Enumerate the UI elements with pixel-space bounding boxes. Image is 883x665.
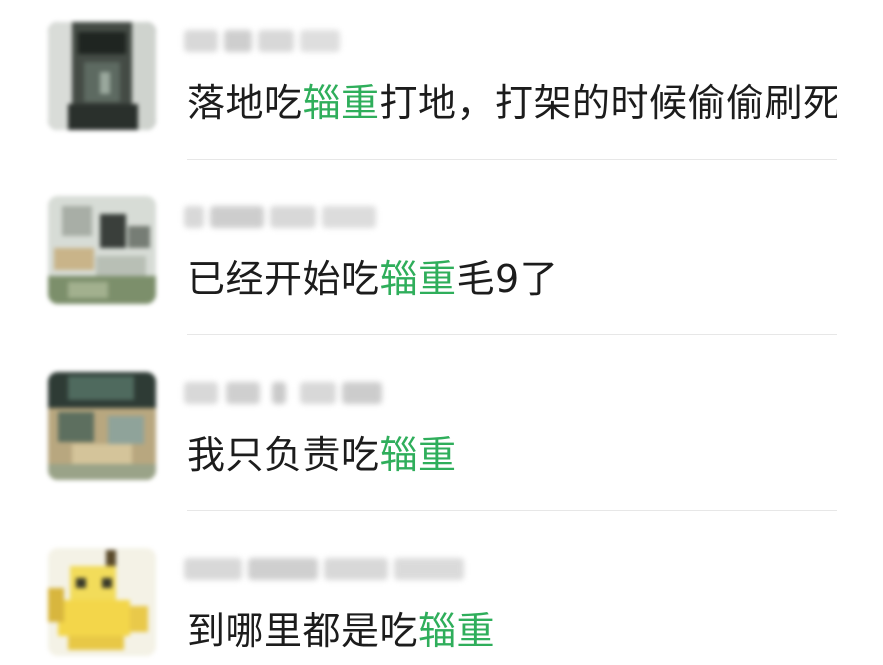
comment-text: 到哪里都是吃辎重 — [187, 608, 495, 654]
user-avatar[interactable] — [48, 196, 156, 304]
comment-text-suffix: 打地，打架的时候偷偷刷死 — [379, 81, 837, 125]
divider — [187, 334, 837, 335]
keyword-highlight: 辎重 — [302, 81, 380, 125]
comment-text: 已经开始吃辎重毛9了 — [187, 256, 558, 302]
comment-text: 我只负责吃辎重 — [187, 432, 457, 478]
divider — [187, 510, 837, 511]
username-blurred[interactable] — [184, 552, 468, 586]
user-avatar[interactable] — [48, 22, 156, 130]
divider — [187, 159, 837, 160]
user-avatar[interactable] — [48, 548, 156, 656]
comment-text: 落地吃辎重打地，打架的时候偷偷刷死 — [187, 80, 837, 126]
user-avatar[interactable] — [48, 372, 156, 480]
username-blurred[interactable] — [184, 376, 386, 410]
comment-text-suffix: 毛9了 — [456, 257, 559, 301]
comment-text-prefix: 到哪里都是吃 — [187, 609, 419, 653]
comment-text-prefix: 落地吃 — [187, 81, 303, 125]
comment-text-prefix: 我只负责吃 — [187, 433, 380, 477]
comment-list: 落地吃辎重打地，打架的时候偷偷刷死 已经开始吃辎重毛9了 我只负责吃辎重 到哪里… — [0, 0, 883, 665]
username-blurred[interactable] — [184, 24, 344, 58]
keyword-highlight: 辎重 — [418, 609, 496, 653]
keyword-highlight: 辎重 — [379, 257, 457, 301]
keyword-highlight: 辎重 — [379, 433, 457, 477]
comment-text-prefix: 已经开始吃 — [187, 257, 380, 301]
username-blurred[interactable] — [184, 200, 380, 234]
